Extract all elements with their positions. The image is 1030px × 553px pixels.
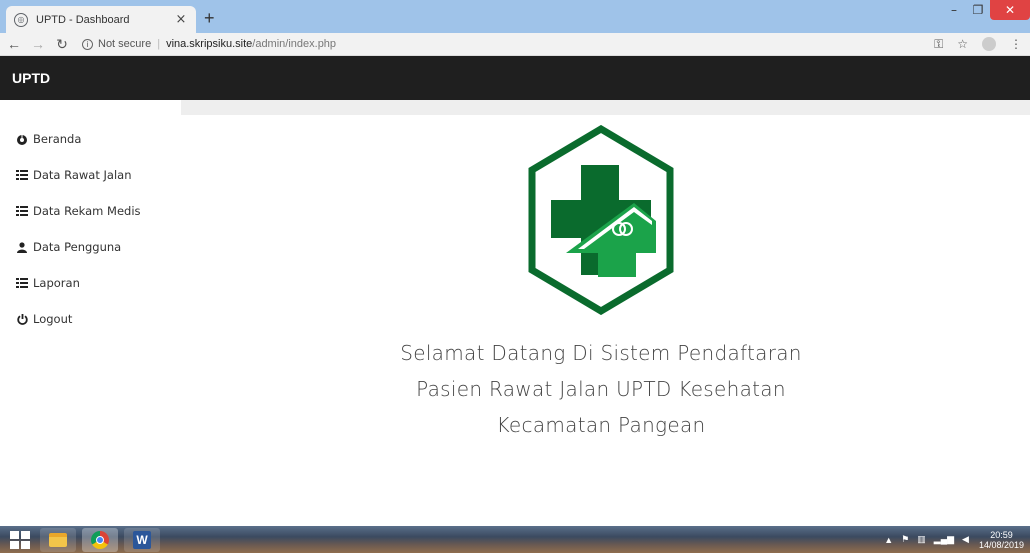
- start-button[interactable]: [6, 528, 34, 552]
- info-icon[interactable]: i: [82, 38, 93, 50]
- taskbar-chrome[interactable]: [82, 527, 118, 552]
- main-content: Selamat Datang Di Sistem Pendaftaran Pas…: [181, 115, 1030, 526]
- url-separator: |: [157, 38, 161, 50]
- dashboard-icon: [16, 133, 28, 145]
- sidebar-item-label: Data Rawat Jalan: [33, 168, 132, 182]
- user-icon: [16, 241, 28, 253]
- new-tab-button[interactable]: +: [204, 8, 215, 28]
- sidebar: Beranda Data Rawat Jalan Data Rekam Medi…: [0, 100, 181, 526]
- power-icon: [16, 313, 28, 325]
- browser-tab-strip: ◎ UPTD - Dashboard × + – ❐ ✕: [0, 0, 1030, 33]
- sidebar-item-label: Data Rekam Medis: [33, 204, 141, 218]
- welcome-line: Kecamatan Pangean: [496, 413, 706, 437]
- browser-tab[interactable]: ◎ UPTD - Dashboard ×: [6, 6, 196, 33]
- welcome-line: Pasien Rawat Jalan UPTD Kesehatan: [416, 377, 786, 401]
- maximize-button[interactable]: ❐: [966, 0, 990, 20]
- signal-icon[interactable]: ▂▄▆: [934, 534, 954, 545]
- close-window-button[interactable]: ✕: [990, 0, 1030, 20]
- sidebar-item-logout[interactable]: Logout: [0, 301, 181, 337]
- security-label: Not secure: [98, 38, 152, 50]
- globe-icon: ◎: [14, 12, 28, 27]
- sidebar-item-label: Beranda: [33, 132, 82, 146]
- list-icon: [16, 277, 28, 289]
- chevron-up-icon[interactable]: ▲: [884, 535, 893, 545]
- window-controls: – ❐ ✕: [942, 0, 1030, 20]
- clock-time: 20:59: [990, 529, 1013, 540]
- tab-close-icon[interactable]: ×: [174, 12, 188, 27]
- clock[interactable]: 20:59 14/08/2019: [979, 530, 1024, 550]
- network-icon[interactable]: ▥: [917, 534, 926, 545]
- welcome-line: Selamat Datang Di Sistem Pendaftaran: [400, 341, 802, 365]
- volume-icon[interactable]: ◀: [962, 534, 969, 545]
- windows-taskbar: W ▲ ⚑ ▥ ▂▄▆ ◀ 20:59 14/08/2019: [0, 526, 1030, 553]
- forward-arrow-icon[interactable]: →: [28, 36, 48, 52]
- profile-avatar-icon[interactable]: [982, 37, 996, 51]
- flag-icon[interactable]: ⚑: [901, 534, 909, 545]
- star-icon[interactable]: ☆: [957, 37, 968, 51]
- sidebar-item-beranda[interactable]: Beranda: [0, 121, 181, 157]
- brand-title[interactable]: UPTD: [12, 70, 50, 86]
- clock-date: 14/08/2019: [978, 539, 1024, 550]
- sidebar-item-label: Logout: [33, 312, 73, 326]
- address-bar[interactable]: i Not secure | vina.skripsiku.site /admi…: [82, 38, 920, 50]
- word-icon: W: [133, 530, 151, 549]
- minimize-button[interactable]: –: [942, 0, 966, 20]
- sidebar-item-label: Laporan: [33, 276, 80, 290]
- taskbar-word[interactable]: W: [124, 527, 160, 552]
- url-path: /admin/index.php: [252, 38, 337, 50]
- chrome-icon: [91, 530, 109, 549]
- sidebar-item-laporan[interactable]: Laporan: [0, 265, 181, 301]
- welcome-message: Selamat Datang Di Sistem Pendaftaran Pas…: [301, 335, 901, 443]
- sidebar-item-data-rawat-jalan[interactable]: Data Rawat Jalan: [0, 157, 181, 193]
- sidebar-item-label: Data Pengguna: [33, 240, 122, 254]
- list-icon: [16, 169, 28, 181]
- puskesmas-logo: [528, 125, 674, 315]
- reload-icon[interactable]: ↻: [52, 36, 72, 53]
- browser-toolbar: ← → ↻ i Not secure | vina.skripsiku.site…: [0, 33, 1030, 56]
- tab-title: UPTD - Dashboard: [36, 13, 130, 26]
- app-navbar: UPTD: [0, 56, 1030, 100]
- back-arrow-icon[interactable]: ←: [4, 36, 24, 52]
- system-tray: ▲ ⚑ ▥ ▂▄▆ ◀ 20:59 14/08/2019: [876, 526, 1024, 553]
- folder-icon: [49, 532, 67, 547]
- list-icon: [16, 205, 28, 217]
- taskbar-explorer[interactable]: [40, 527, 76, 552]
- sidebar-item-data-rekam-medis[interactable]: Data Rekam Medis: [0, 193, 181, 229]
- url-domain: vina.skripsiku.site: [166, 38, 253, 50]
- menu-dots-icon[interactable]: ⋮: [1010, 37, 1022, 51]
- sidebar-item-data-pengguna[interactable]: Data Pengguna: [0, 229, 181, 265]
- toolbar-actions: ⚿ ☆ ⋮: [920, 37, 1022, 52]
- content-header-strip: [181, 100, 1030, 115]
- key-icon[interactable]: ⚿: [934, 37, 943, 52]
